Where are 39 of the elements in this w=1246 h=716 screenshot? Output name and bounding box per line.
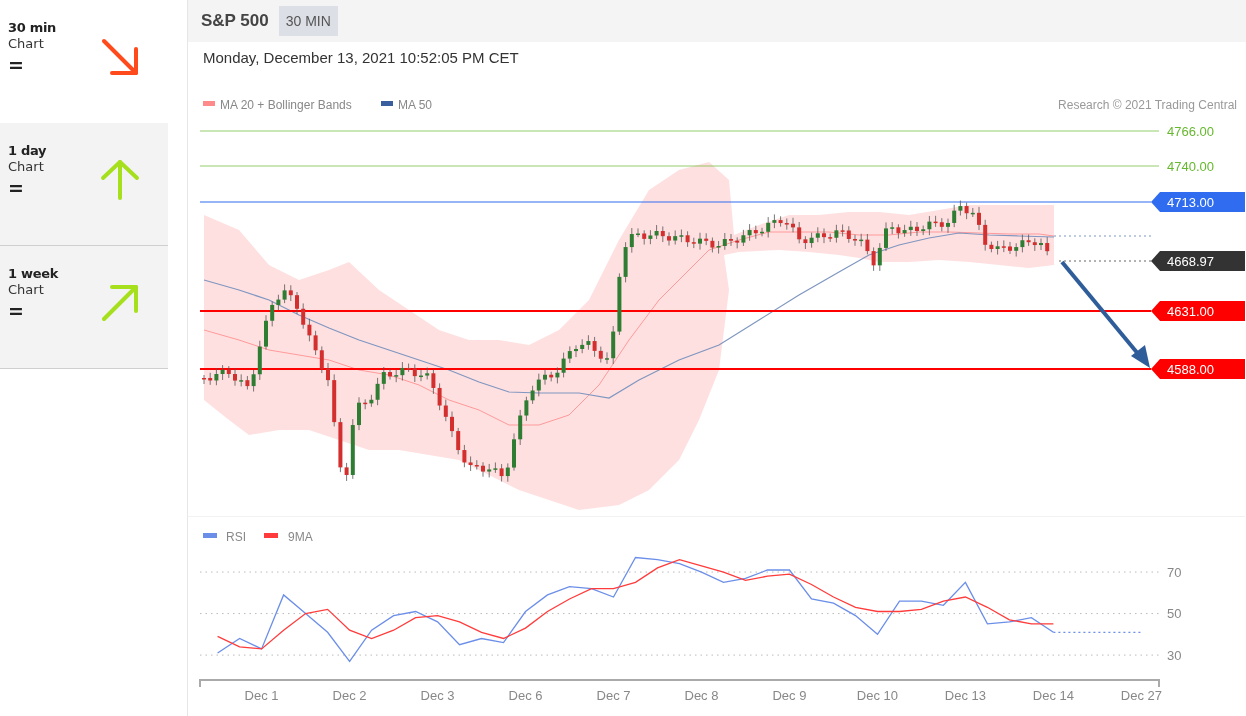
x-tick-label: Dec 2 <box>332 688 367 703</box>
x-tick-label: Dec 13 <box>944 688 987 703</box>
x-tick-label: Dec 6 <box>508 688 543 703</box>
price-tag: 4713.00 <box>1151 192 1245 212</box>
price-tag: 4631.00 <box>1151 301 1245 321</box>
y-tick-label: 30 <box>1167 647 1182 663</box>
legend-label: MA 20 + Bollinger Bands <box>220 97 352 112</box>
chart-label: Chart <box>8 159 45 174</box>
y-tick-label: 50 <box>1167 606 1182 622</box>
x-tick-label: Dec 9 <box>772 688 807 703</box>
chart-label: Chart <box>8 36 45 51</box>
x-tick-label: Dec 10 <box>856 688 899 703</box>
timeframe-label: 30 min <box>8 20 57 35</box>
timeframe-card[interactable]: 1 week Chart = <box>0 246 168 369</box>
x-tick-label: Dec 27 <box>1120 688 1162 703</box>
symbol-title: S&P 500 <box>201 11 269 31</box>
credit-text: Research © 2021 Trading Central <box>1058 97 1237 112</box>
legend-label: 9MA <box>288 529 313 544</box>
timestamp: Monday, December 13, 2021 10:52:05 PM CET <box>202 48 520 68</box>
x-tick-label: Dec 1 <box>244 688 279 703</box>
signal-symbol: = <box>8 300 25 322</box>
chart-label: Chart <box>8 282 45 297</box>
timeframe-badge: 30 MIN <box>278 6 338 36</box>
x-tick-label: Dec 7 <box>596 688 631 703</box>
legend-label: RSI <box>226 529 246 544</box>
level-label: 4740.00 <box>1167 158 1214 174</box>
x-tick-label: Dec 8 <box>684 688 719 703</box>
x-tick-label: Dec 3 <box>420 688 455 703</box>
y-tick-label: 70 <box>1167 564 1182 580</box>
legend-label: MA 50 <box>398 97 433 112</box>
timeframe-card[interactable]: 1 day Chart = <box>0 123 168 246</box>
x-tick-label: Dec 14 <box>1032 688 1074 703</box>
signal-symbol: = <box>8 54 25 76</box>
timeframe-label: 1 day <box>8 143 47 158</box>
signal-symbol: = <box>8 177 25 199</box>
price-tag: 4668.97 <box>1151 251 1245 271</box>
timeframe-label: 1 week <box>8 266 59 281</box>
level-label: 4766.00 <box>1167 123 1214 139</box>
price-tag: 4588.00 <box>1151 359 1245 379</box>
